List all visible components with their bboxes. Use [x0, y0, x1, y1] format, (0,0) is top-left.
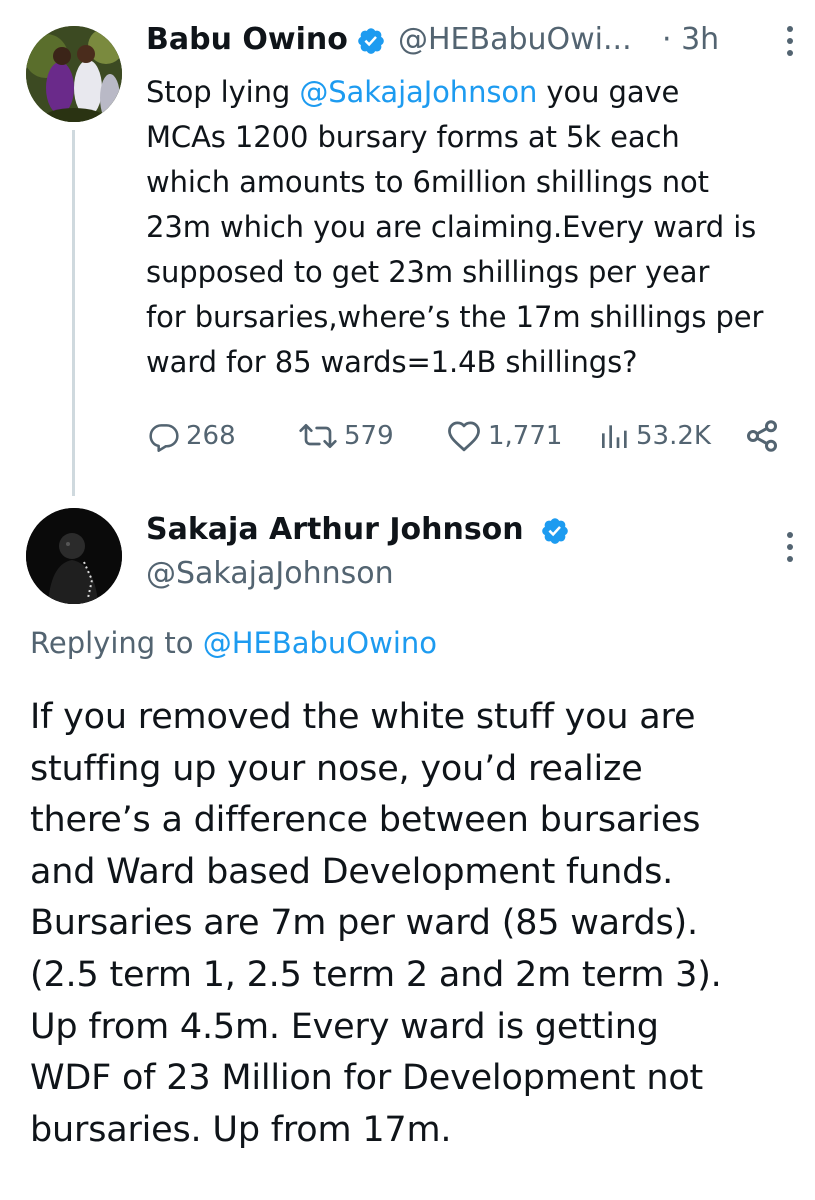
more-options-icon[interactable] — [786, 24, 794, 58]
reply-text: If you removed the white stuff you are s… — [30, 697, 722, 1150]
reply-author-handle[interactable]: @SakajaJohnson — [146, 556, 394, 591]
author-handle[interactable]: @HEBabuOwi... — [398, 22, 632, 57]
verified-badge-icon — [358, 28, 384, 54]
replying-to-link[interactable]: @HEBabuOwino — [203, 626, 437, 660]
replying-to: Replying to @HEBabuOwino — [30, 626, 437, 660]
avatar-photo-icon — [26, 26, 122, 122]
mention-link[interactable]: @SakajaJohnson — [299, 75, 537, 109]
reply-button[interactable]: 268 — [148, 416, 236, 456]
views-icon — [602, 425, 627, 448]
tweet-text-start: Stop lying — [146, 75, 300, 109]
thread-connector-line — [72, 130, 75, 496]
avatar[interactable] — [26, 508, 122, 604]
views-button[interactable]: 53.2K — [598, 416, 711, 456]
avatar-photo-icon — [26, 508, 122, 604]
replying-to-prefix: Replying to — [30, 626, 203, 660]
reply-count: 268 — [186, 421, 236, 451]
like-count: 1,771 — [488, 421, 563, 451]
tweet-time[interactable]: · 3h — [662, 22, 719, 57]
reply-icon — [149, 424, 179, 452]
reply-author-name[interactable]: Sakaja Arthur Johnson — [146, 512, 524, 547]
tweet-text: Stop lying @SakajaJohnson you gave MCAs … — [146, 70, 811, 385]
share-icon[interactable] — [744, 418, 780, 454]
avatar[interactable] — [26, 26, 122, 122]
author-name[interactable]: Babu Owino — [146, 22, 348, 57]
retweet-count: 579 — [344, 421, 394, 451]
like-button[interactable]: 1,771 — [446, 416, 562, 456]
like-icon — [448, 421, 480, 452]
views-count: 53.2K — [636, 421, 711, 451]
retweet-icon — [299, 424, 337, 448]
more-options-icon[interactable] — [786, 530, 794, 564]
verified-badge-icon — [542, 518, 568, 544]
tweet-text-rest: you gave MCAs 1200 bursary forms at 5k e… — [146, 75, 764, 379]
retweet-button[interactable]: 579 — [298, 416, 394, 456]
